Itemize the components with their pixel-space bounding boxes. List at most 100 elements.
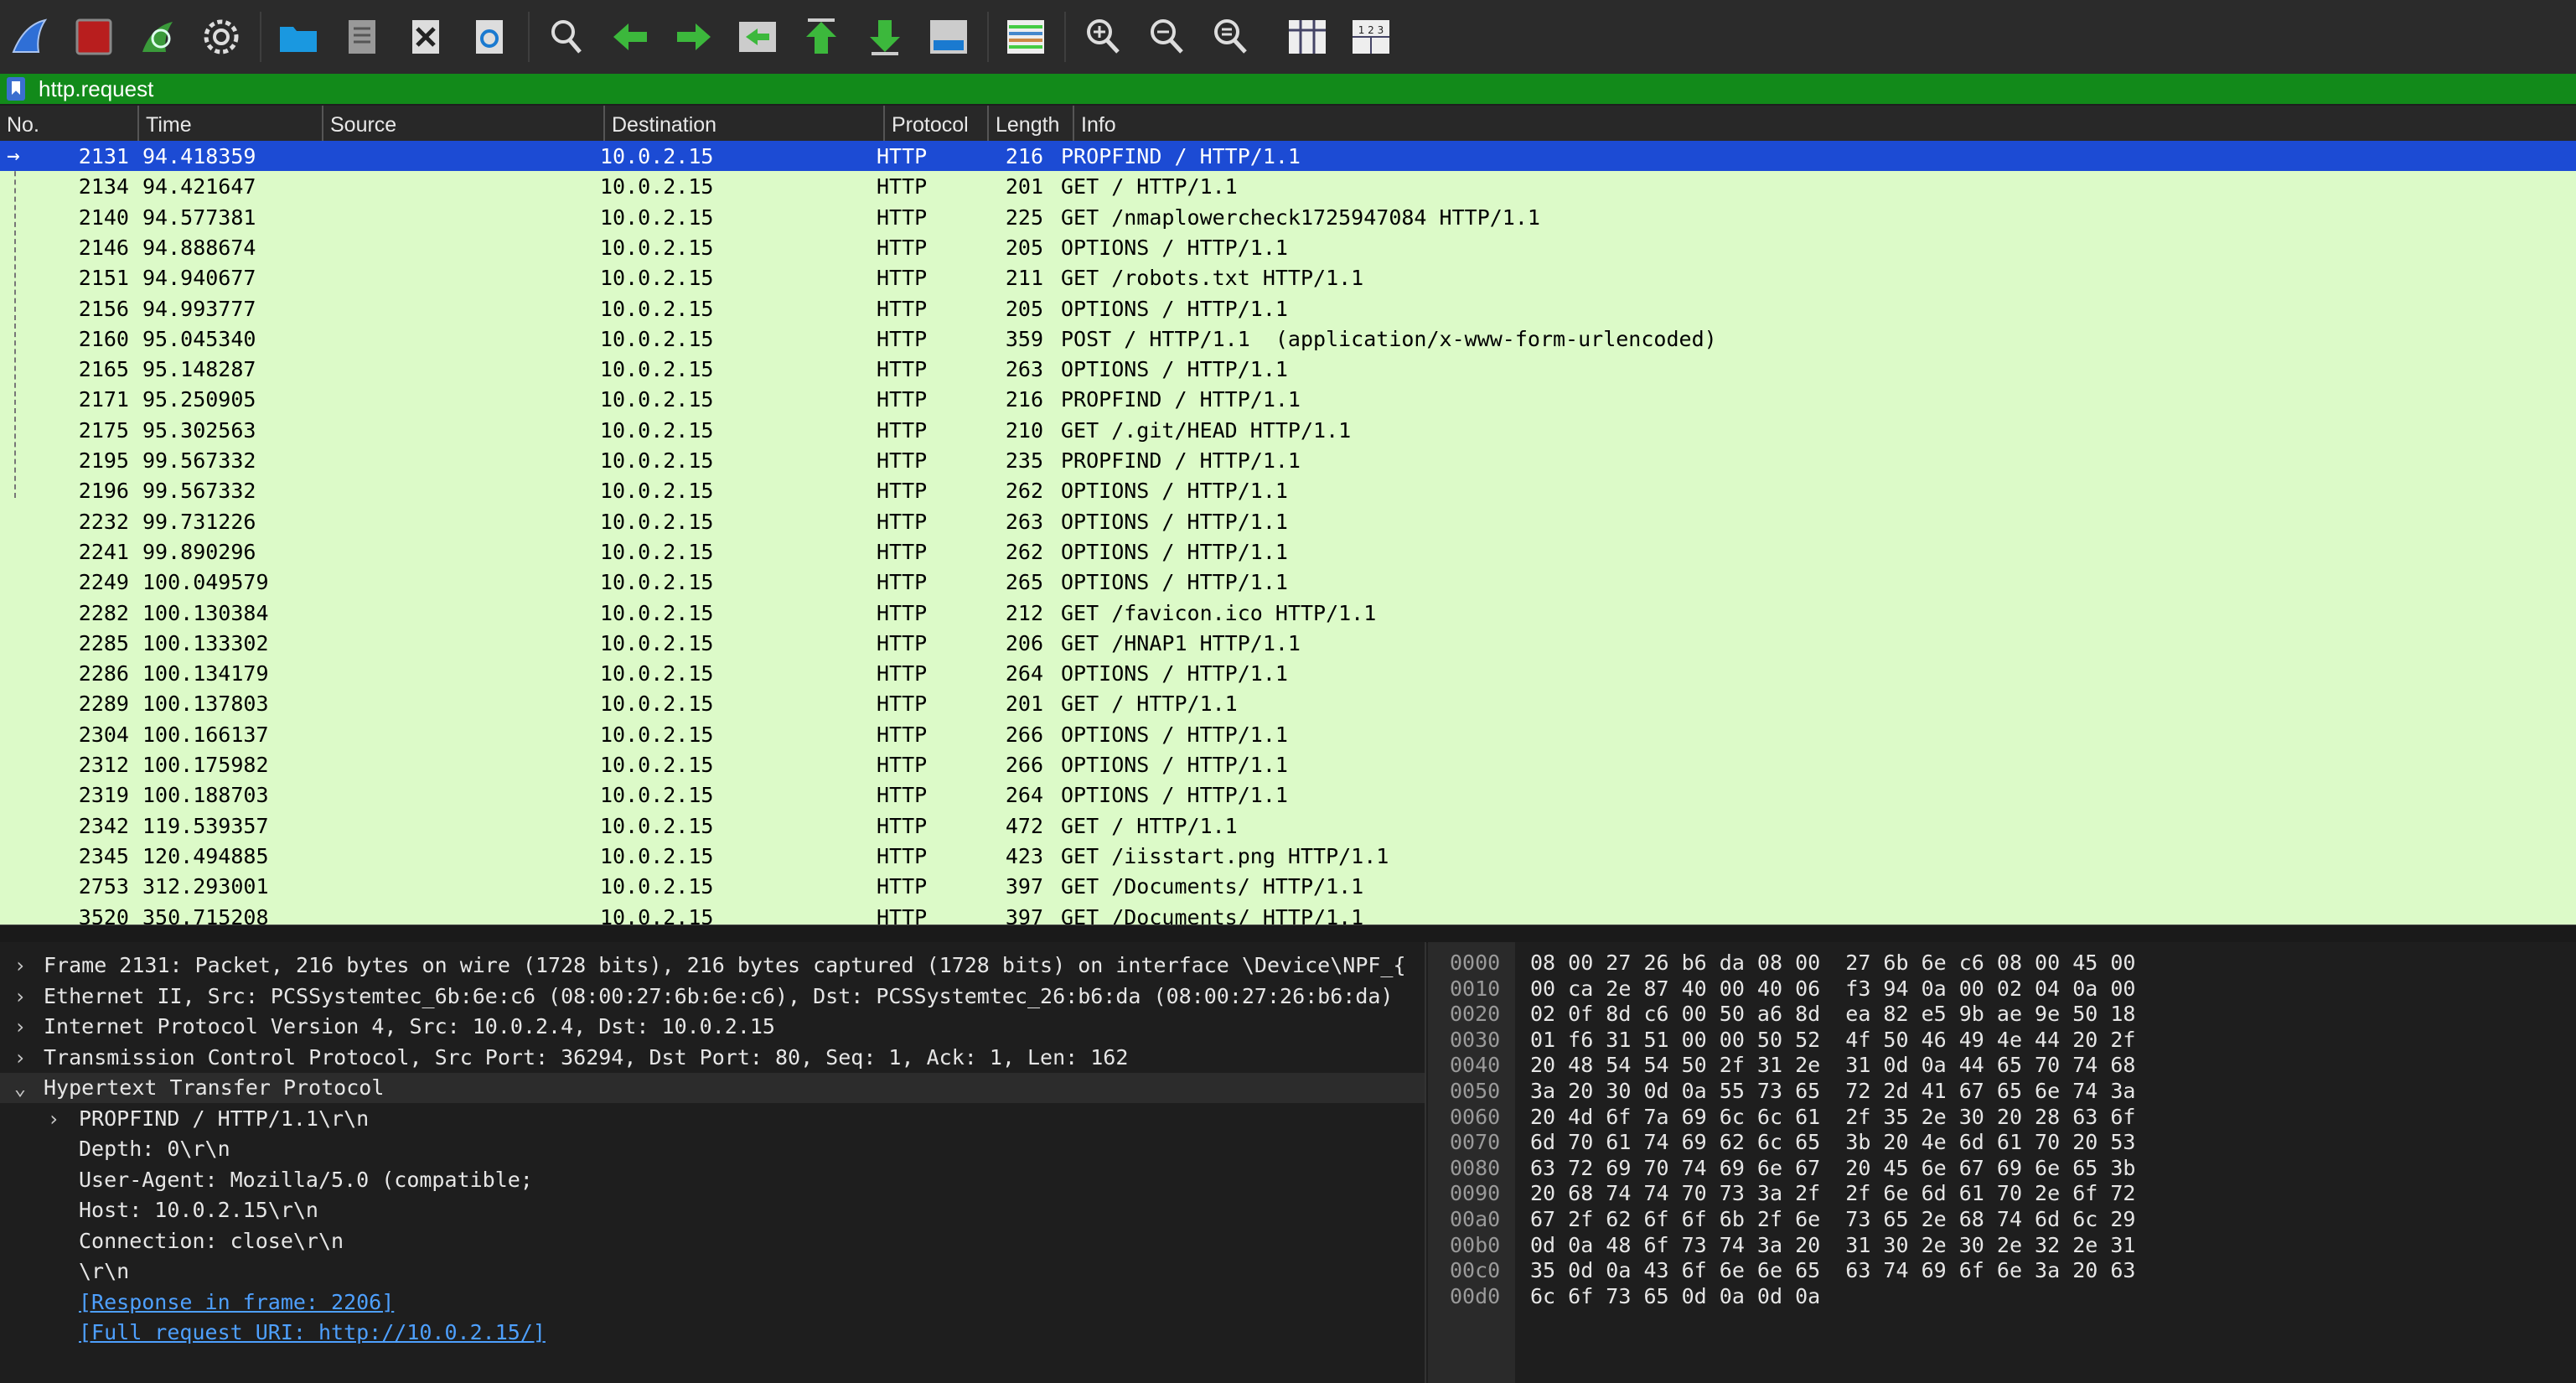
back-arrow-icon[interactable]: [605, 12, 655, 62]
hex-bytes[interactable]: 0d 0a 48 6f 73 74 3a 20 31 30 2e 30 2e 3…: [1530, 1233, 2135, 1258]
packet-list[interactable]: 2131 94.418359 10.0.2.15 HTTP 216 PROPFIND / …: [0, 141, 2576, 925]
detail-row[interactable]: › Frame 2131: Packet, 216 bytes on wire (…: [0, 950, 1425, 981]
column-header-no[interactable]: No.: [0, 106, 134, 141]
detail-link[interactable]: [Full request URI: http://10.0.2.15/]: [79, 1318, 546, 1348]
gear-icon[interactable]: [196, 12, 246, 62]
first-packet-icon[interactable]: [796, 12, 846, 62]
detail-row[interactable]: › Ethernet II, Src: PCSSystemtec_6b:6e:c6…: [0, 982, 1425, 1012]
detail-row[interactable]: User-Agent: Mozilla/5.0 (compatible;: [0, 1165, 1425, 1195]
column-header-time[interactable]: Time: [137, 106, 322, 141]
resize-columns-icon[interactable]: [1282, 12, 1332, 62]
hex-bytes[interactable]: 20 4d 6f 7a 69 6c 6c 61 2f 35 2e 30 20 2…: [1530, 1105, 2135, 1130]
detail-row[interactable]: Host: 10.0.2.15\r\n: [0, 1195, 1425, 1225]
packet-row[interactable]: 2753 312.293001 10.0.2.15 HTTP 397 GET /Docum…: [0, 871, 2576, 901]
packet-row[interactable]: 2165 95.148287 10.0.2.15 HTTP 263 OPTIONS / H…: [0, 354, 2576, 384]
packet-row[interactable]: 2282 100.130384 10.0.2.15 HTTP 212 GET /favic…: [0, 598, 2576, 628]
hex-bytes[interactable]: 63 72 69 70 74 69 6e 67 20 45 6e 67 69 6…: [1530, 1156, 2135, 1181]
display-filter-input[interactable]: [32, 74, 2571, 104]
detail-row[interactable]: [Full request URI: http://10.0.2.15/]: [0, 1318, 1425, 1348]
packet-dst: 10.0.2.15: [600, 843, 714, 868]
packet-row[interactable]: 2151 94.940677 10.0.2.15 HTTP 211 GET /robots…: [0, 262, 2576, 293]
packet-row[interactable]: 2342 119.539357 10.0.2.15 HTTP 472 GET / HTTP…: [0, 811, 2576, 841]
detail-row[interactable]: › PROPFIND / HTTP/1.1\r\n: [0, 1104, 1425, 1134]
packet-row[interactable]: 2175 95.302563 10.0.2.15 HTTP 210 GET /.git/H…: [0, 415, 2576, 445]
zoom-reset-icon[interactable]: [1205, 12, 1255, 62]
bookmark-icon[interactable]: [7, 77, 25, 101]
packet-row[interactable]: 2140 94.577381 10.0.2.15 HTTP 225 GET /nmaplo…: [0, 202, 2576, 232]
hex-bytes[interactable]: 20 68 74 74 70 73 3a 2f 2f 6e 6d 61 70 2…: [1530, 1181, 2135, 1206]
packet-row[interactable]: 2289 100.137803 10.0.2.15 HTTP 201 GET / HTTP…: [0, 688, 2576, 718]
hex-bytes[interactable]: 3a 20 30 0d 0a 55 73 65 72 2d 41 67 65 6…: [1530, 1079, 2135, 1104]
search-icon[interactable]: [541, 12, 592, 62]
expand-chevron-icon[interactable]: ›: [10, 1043, 30, 1073]
colorize-icon[interactable]: [1001, 12, 1051, 62]
packet-row[interactable]: 2171 95.250905 10.0.2.15 HTTP 216 PROPFIND / …: [0, 384, 2576, 414]
packet-details-tree[interactable]: › Frame 2131: Packet, 216 bytes on wire (…: [0, 942, 1426, 1383]
file-icon[interactable]: [337, 12, 387, 62]
hex-bytes[interactable]: 01 f6 31 51 00 00 50 52 4f 50 46 49 4e 4…: [1530, 1028, 2135, 1053]
detail-row[interactable]: Connection: close\r\n: [0, 1226, 1425, 1256]
packet-len: 216: [1005, 144, 1043, 168]
detail-row[interactable]: › Internet Protocol Version 4, Src: 10.0.…: [0, 1012, 1425, 1042]
last-packet-icon[interactable]: [860, 12, 910, 62]
close-file-icon[interactable]: [401, 12, 451, 62]
detail-row[interactable]: [Response in frame: 2206]: [0, 1287, 1425, 1318]
expand-chevron-icon[interactable]: ›: [10, 950, 30, 981]
packet-row[interactable]: 2241 99.890296 10.0.2.15 HTTP 262 OPTIONS / H…: [0, 536, 2576, 567]
detail-row[interactable]: › Transmission Control Protocol, Src Port…: [0, 1043, 1425, 1073]
expand-chevron-icon[interactable]: ›: [10, 1012, 30, 1042]
hex-bytes[interactable]: 00 ca 2e 87 40 00 40 06 f3 94 0a 00 02 0…: [1530, 976, 2135, 1002]
packet-row[interactable]: 3520 350.715208 10.0.2.15 HTTP 397 GET /Docum…: [0, 902, 2576, 925]
forward-arrow-icon[interactable]: [669, 12, 719, 62]
column-header-length[interactable]: Length: [987, 106, 1071, 141]
vertical-scrollbar[interactable]: [1428, 942, 1438, 1383]
packet-row[interactable]: 2319 100.188703 10.0.2.15 HTTP 264 OPTIONS / …: [0, 780, 2576, 810]
column-header-destination[interactable]: Destination: [603, 106, 883, 141]
reload-icon[interactable]: [464, 12, 515, 62]
shark-fin-icon[interactable]: [5, 12, 55, 62]
packet-bytes-pane[interactable]: 0000 08 00 27 26 b6 da 08 00 27 6b 6e c6 …: [1438, 942, 2576, 1383]
column-header-protocol[interactable]: Protocol: [883, 106, 987, 141]
column-numbers-icon[interactable]: 1 2 3: [1346, 12, 1396, 62]
packet-row[interactable]: 2232 99.731226 10.0.2.15 HTTP 263 OPTIONS / H…: [0, 506, 2576, 536]
column-header-source[interactable]: Source: [322, 106, 598, 141]
restart-icon[interactable]: [132, 12, 183, 62]
packet-row[interactable]: 2195 99.567332 10.0.2.15 HTTP 235 PROPFIND / …: [0, 445, 2576, 475]
packet-row[interactable]: 2345 120.494885 10.0.2.15 HTTP 423 GET /iisst…: [0, 841, 2576, 871]
packet-row[interactable]: 2249 100.049579 10.0.2.15 HTTP 265 OPTIONS / …: [0, 567, 2576, 597]
zoom-out-icon[interactable]: [1141, 12, 1192, 62]
hex-bytes[interactable]: 67 2f 62 6f 6f 6b 2f 6e 73 65 2e 68 74 6…: [1530, 1207, 2135, 1232]
packet-row[interactable]: 2131 94.418359 10.0.2.15 HTTP 216 PROPFIND / …: [0, 141, 2576, 171]
stop-icon[interactable]: [69, 12, 119, 62]
hex-bytes[interactable]: 02 0f 8d c6 00 50 a6 8d ea 82 e5 9b ae 9…: [1530, 1002, 2135, 1027]
autoscroll-icon[interactable]: [923, 12, 974, 62]
column-header-info[interactable]: Info: [1073, 106, 2573, 141]
packet-row[interactable]: 2285 100.133302 10.0.2.15 HTTP 206 GET /HNAP1…: [0, 628, 2576, 658]
packet-time: 99.567332: [142, 479, 256, 504]
packet-row[interactable]: 2146 94.888674 10.0.2.15 HTTP 205 OPTIONS / H…: [0, 232, 2576, 262]
packet-row[interactable]: 2156 94.993777 10.0.2.15 HTTP 205 OPTIONS / H…: [0, 293, 2576, 324]
hex-bytes[interactable]: 08 00 27 26 b6 da 08 00 27 6b 6e c6 08 0…: [1530, 950, 2135, 976]
detail-link[interactable]: [Response in frame: 2206]: [79, 1287, 394, 1318]
pane-splitter[interactable]: [0, 925, 2576, 943]
hex-bytes[interactable]: 35 0d 0a 43 6f 6e 6e 65 63 74 69 6f 6e 3…: [1530, 1258, 2135, 1283]
detail-row[interactable]: \r\n: [0, 1256, 1425, 1287]
expand-chevron-icon[interactable]: ›: [10, 982, 30, 1012]
detail-row[interactable]: Depth: 0\r\n: [0, 1134, 1425, 1164]
expand-chevron-icon[interactable]: ›: [44, 1104, 64, 1134]
folder-icon[interactable]: [273, 12, 323, 62]
go-to-packet-icon[interactable]: [732, 12, 783, 62]
hex-bytes[interactable]: 20 48 54 54 50 2f 31 2e 31 0d 0a 44 65 7…: [1530, 1053, 2135, 1078]
hex-bytes[interactable]: 6d 70 61 74 69 62 6c 65 3b 20 4e 6d 61 7…: [1530, 1130, 2135, 1155]
packet-row[interactable]: 2312 100.175982 10.0.2.15 HTTP 266 OPTIONS / …: [0, 749, 2576, 780]
packet-row[interactable]: 2304 100.166137 10.0.2.15 HTTP 266 OPTIONS / …: [0, 719, 2576, 749]
collapse-chevron-icon[interactable]: ⌄: [10, 1073, 30, 1103]
packet-info: OPTIONS / HTTP/1.1: [1061, 570, 1288, 595]
detail-row[interactable]: ⌄ Hypertext Transfer Protocol: [0, 1073, 1425, 1103]
packet-row[interactable]: 2286 100.134179 10.0.2.15 HTTP 264 OPTIONS / …: [0, 658, 2576, 688]
hex-bytes[interactable]: 6c 6f 73 65 0d 0a 0d 0a: [1530, 1284, 1820, 1309]
packet-row[interactable]: 2196 99.567332 10.0.2.15 HTTP 262 OPTIONS / H…: [0, 475, 2576, 505]
packet-row[interactable]: 2134 94.421647 10.0.2.15 HTTP 201 GET / HTTP/…: [0, 171, 2576, 201]
zoom-in-icon[interactable]: [1078, 12, 1128, 62]
packet-row[interactable]: 2160 95.045340 10.0.2.15 HTTP 359 POST / HTTP…: [0, 324, 2576, 354]
